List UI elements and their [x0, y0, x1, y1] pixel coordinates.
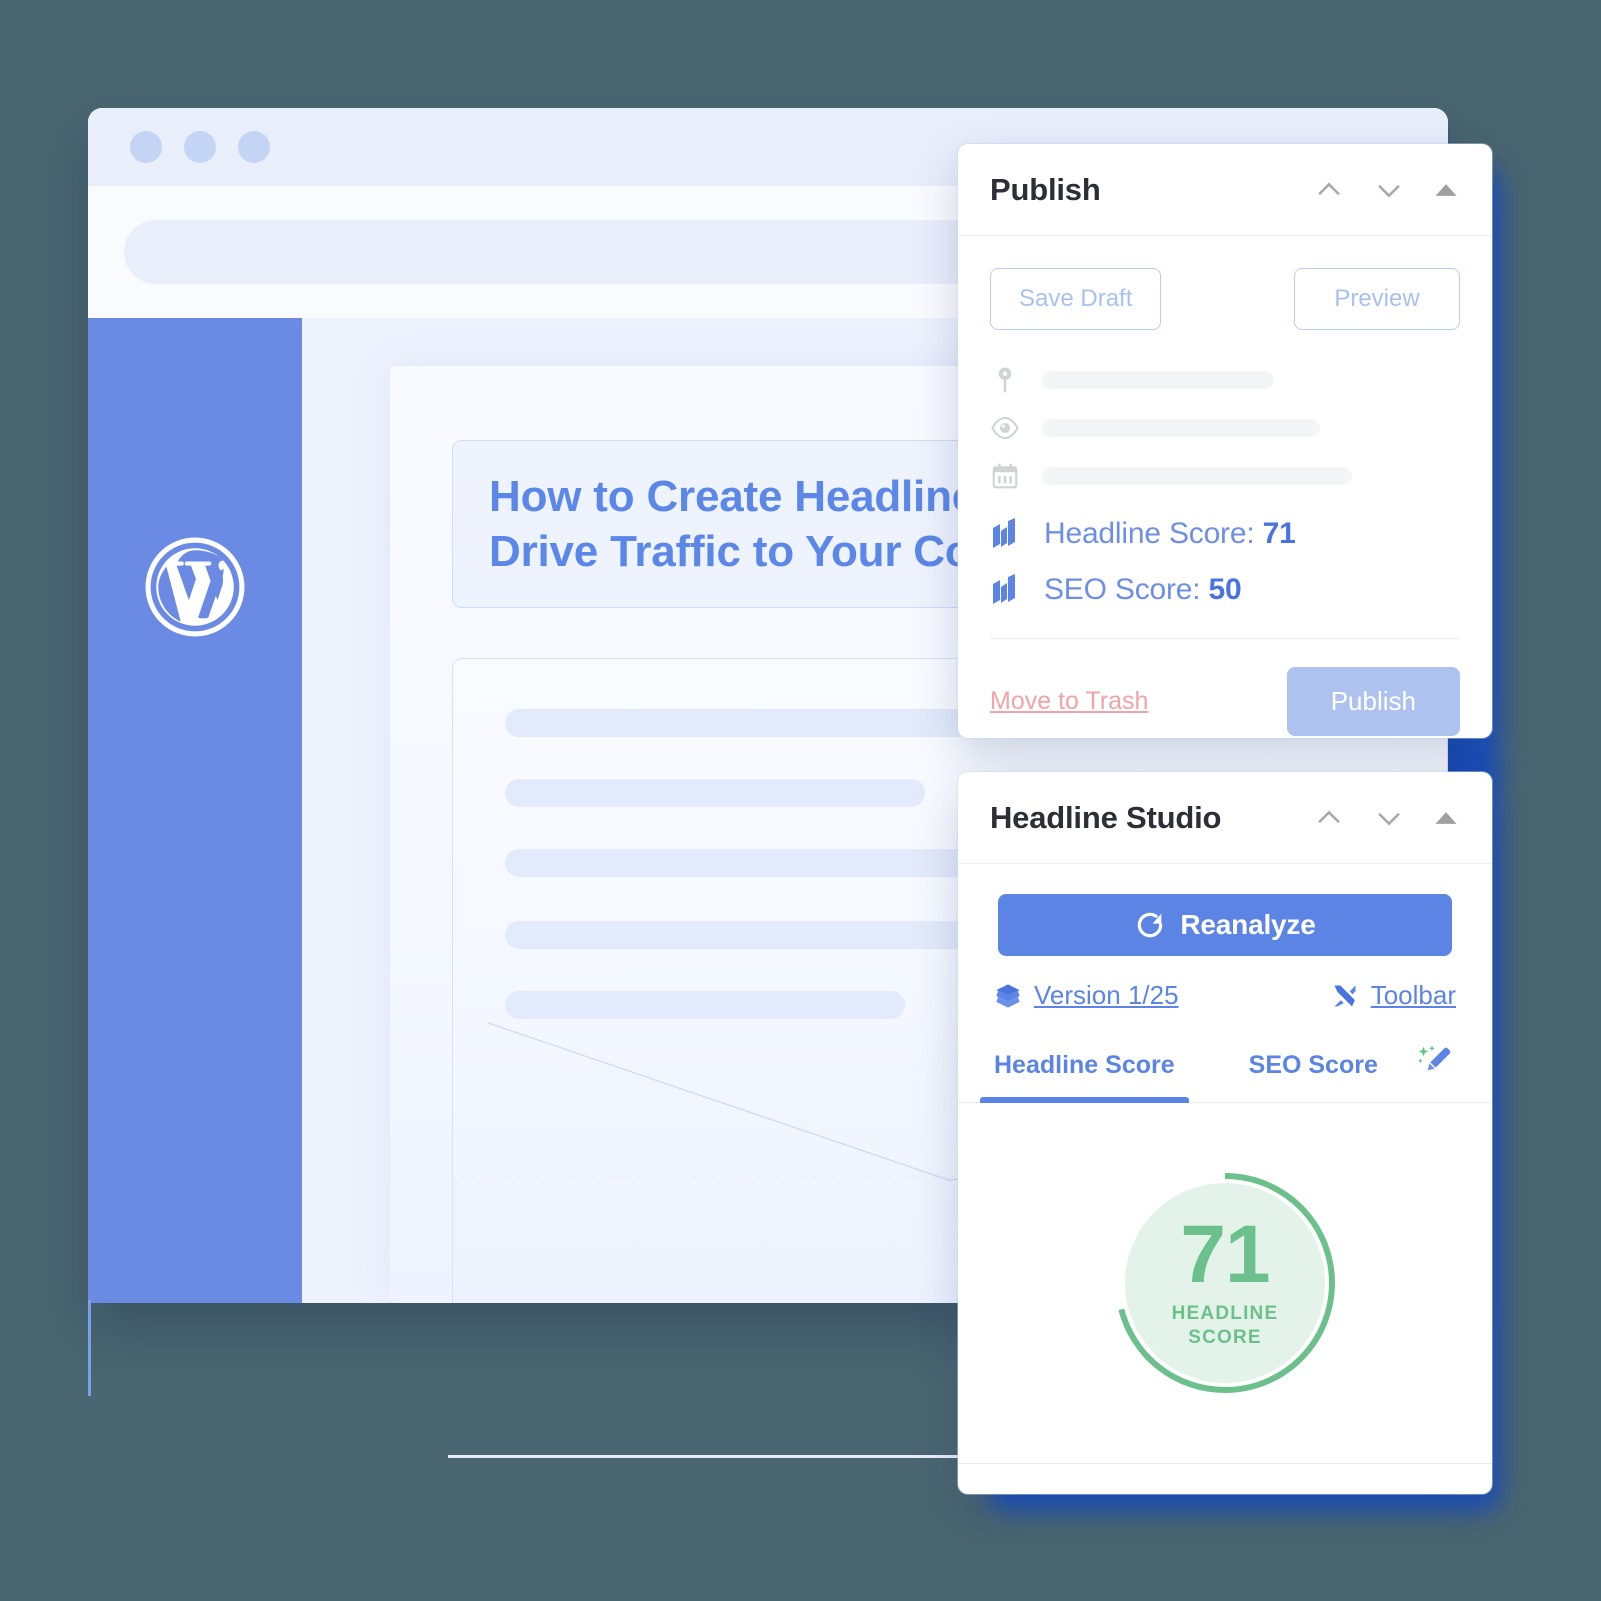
- score-caption: HEADLINE SCORE: [1172, 1302, 1279, 1350]
- toolbar-label: Toolbar: [1370, 980, 1456, 1010]
- studio-panel-header: Headline Studio: [958, 772, 1492, 864]
- publish-panel-controls: [1312, 173, 1460, 207]
- move-to-trash-link[interactable]: Move to Trash: [990, 687, 1148, 716]
- visibility-row[interactable]: [990, 356, 1460, 404]
- headline-score-text: Headline Score:: [1044, 517, 1263, 550]
- refresh-icon: [1138, 912, 1163, 938]
- reanalyze-section: Reanalyze: [958, 864, 1492, 956]
- headline-line-2: Drive Traffic to Your Conte: [489, 527, 1037, 576]
- preview-button[interactable]: Preview: [1294, 268, 1460, 330]
- score-value: 71: [1180, 1209, 1270, 1301]
- tab-seo-score[interactable]: SEO Score: [1249, 1051, 1378, 1102]
- reanalyze-label: Reanalyze: [1180, 909, 1316, 940]
- headline-studio-panel: Headline Studio Reanalyze Version 1/25 T…: [958, 772, 1492, 1494]
- publish-meta-rows: [958, 330, 1492, 506]
- content-skeleton-line: [505, 709, 973, 737]
- visibility-value-placeholder: [1042, 371, 1274, 389]
- headline-score-row: Headline Score: 71: [958, 506, 1492, 562]
- headline-score-label: Headline Score: 71: [1044, 517, 1296, 551]
- content-skeleton-line: [505, 779, 925, 807]
- triangle-up-icon[interactable]: [1432, 804, 1460, 832]
- score-caption-line-1: HEADLINE: [1171, 1303, 1279, 1325]
- toolbar-link[interactable]: Toolbar: [1331, 980, 1456, 1011]
- tab-headline-score[interactable]: Headline Score: [980, 1051, 1189, 1103]
- score-caption-line-2: SCORE: [1188, 1326, 1262, 1348]
- wp-admin-sidebar: [88, 318, 302, 1303]
- content-skeleton-line: [505, 921, 973, 949]
- headline-score-gauge: 71 HEADLINE SCORE: [1111, 1169, 1339, 1397]
- publish-panel-title: Publish: [990, 171, 1101, 207]
- schedule-value-placeholder: [1042, 467, 1352, 485]
- tools-icon: [1334, 985, 1356, 1006]
- headline-line-1: How to Create Headlines T: [489, 471, 1040, 521]
- headline-score-value: 71: [1262, 517, 1296, 550]
- left-accent-mark: [88, 1300, 91, 1396]
- chevron-up-icon[interactable]: [1312, 173, 1346, 207]
- seo-score-row: SEO Score: 50: [958, 562, 1492, 618]
- calendar-icon: [992, 463, 1018, 489]
- version-link[interactable]: Version 1/25: [994, 980, 1179, 1011]
- close-dot[interactable]: [130, 131, 162, 163]
- save-draft-button[interactable]: Save Draft: [990, 268, 1162, 330]
- studio-panel-title: Headline Studio: [990, 799, 1222, 835]
- publish-button[interactable]: Publish: [1286, 667, 1460, 736]
- headline-text-content: How to Create Headlines T Drive Traffic …: [489, 469, 1039, 580]
- publish-action-buttons: Save Draft Preview: [958, 236, 1492, 330]
- status-row[interactable]: [990, 404, 1460, 452]
- headline-studio-m-icon: [993, 518, 1015, 548]
- suggestions-section[interactable]: Suggestions: [958, 1463, 1492, 1494]
- magic-pencil-button[interactable]: [1416, 1043, 1456, 1102]
- headline-studio-m-icon: [993, 574, 1015, 604]
- publish-panel-header: Publish: [958, 144, 1492, 236]
- version-label: Version 1/25: [1034, 980, 1179, 1010]
- seo-score-value: 50: [1208, 573, 1242, 606]
- studio-links-row: Version 1/25 Toolbar: [958, 956, 1492, 1029]
- status-value-placeholder: [1042, 419, 1320, 437]
- chevron-down-icon[interactable]: [1372, 801, 1406, 835]
- headline-score-gauge-area: 71 HEADLINE SCORE: [958, 1103, 1492, 1463]
- pin-icon: [998, 367, 1012, 393]
- seo-score-text: SEO Score:: [1044, 573, 1209, 606]
- magic-pencil-icon: [1417, 1045, 1451, 1071]
- schedule-row[interactable]: [990, 452, 1460, 500]
- eye-icon: [991, 416, 1019, 440]
- chevron-up-icon[interactable]: [1312, 801, 1346, 835]
- studio-tabs: Headline Score SEO Score: [958, 1029, 1492, 1103]
- reanalyze-button[interactable]: Reanalyze: [998, 894, 1452, 956]
- triangle-up-icon[interactable]: [1432, 176, 1460, 204]
- chevron-down-icon[interactable]: [1372, 173, 1406, 207]
- seo-score-label: SEO Score: 50: [1044, 573, 1242, 607]
- content-skeleton-line: [505, 849, 975, 877]
- chevron-down-icon[interactable]: [1416, 1492, 1456, 1495]
- publish-panel: Publish Save Draft Preview Headline Scor…: [958, 144, 1492, 738]
- content-skeleton-line: [505, 991, 905, 1019]
- minimize-dot[interactable]: [184, 131, 216, 163]
- layers-icon: [996, 983, 1020, 1008]
- maximize-dot[interactable]: [238, 131, 270, 163]
- studio-panel-controls: [1312, 801, 1460, 835]
- publish-footer: Move to Trash Publish: [990, 638, 1460, 736]
- wordpress-logo: [145, 537, 245, 637]
- score-ring-content: 71 HEADLINE SCORE: [1111, 1169, 1339, 1397]
